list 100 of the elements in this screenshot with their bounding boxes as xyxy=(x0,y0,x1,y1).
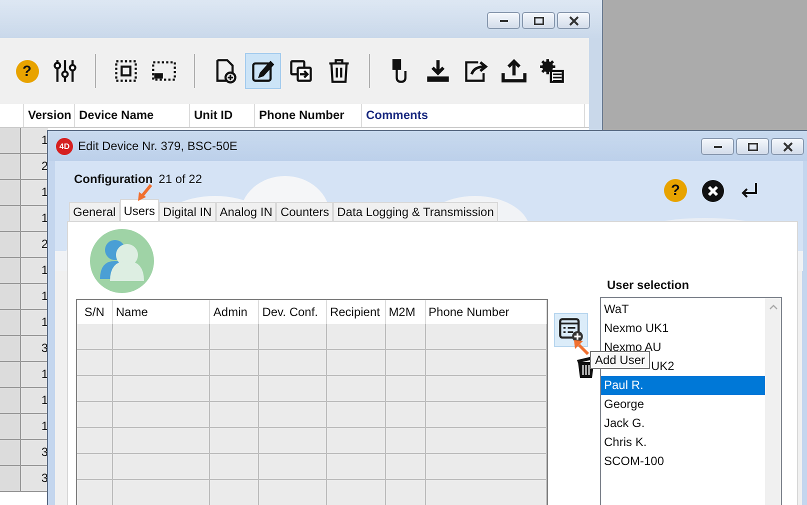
add-user-button[interactable] xyxy=(554,313,588,347)
column-header[interactable]: Comments xyxy=(362,104,585,127)
toolbar-button[interactable]: ? xyxy=(9,53,45,89)
table-cell xyxy=(326,454,386,480)
table-cell xyxy=(210,324,260,350)
table-cell xyxy=(386,324,426,350)
table-cell xyxy=(259,402,327,428)
table-cell xyxy=(77,376,113,402)
table-cell xyxy=(326,324,386,350)
tab[interactable]: Counters xyxy=(276,202,334,221)
close-icon xyxy=(782,142,792,152)
table-cell xyxy=(259,480,327,505)
tab[interactable]: General xyxy=(69,202,120,221)
window-title: Edit Device Nr. 379, BSC-50E xyxy=(78,139,238,153)
column-header[interactable]: Device Name xyxy=(75,104,190,127)
table-cell xyxy=(77,480,113,505)
table-cell: 1 xyxy=(21,414,48,440)
column-header[interactable]: Version xyxy=(24,104,75,127)
list-item[interactable]: SCOM-100 xyxy=(601,452,765,471)
maximize-icon xyxy=(534,16,544,24)
close-icon xyxy=(702,180,724,202)
row-header xyxy=(0,440,21,466)
table-cell xyxy=(77,428,113,454)
tab[interactable]: Data Logging & Transmission xyxy=(333,202,498,221)
tab[interactable]: Users xyxy=(120,199,160,221)
app-logo: 4D xyxy=(56,138,73,154)
row-header xyxy=(0,258,21,284)
list-item[interactable]: Chris K. xyxy=(601,433,765,452)
row-header xyxy=(0,362,21,388)
table-cell: 1 xyxy=(21,258,48,284)
table-cell xyxy=(326,376,386,402)
upload-icon xyxy=(501,58,527,84)
tooltip: Add User xyxy=(590,351,650,369)
table-cell xyxy=(77,402,113,428)
table-cell xyxy=(77,454,113,480)
section-label: Configuration xyxy=(74,172,153,186)
row-header xyxy=(0,206,21,232)
tab[interactable]: Digital IN xyxy=(159,202,216,221)
table-cell xyxy=(210,480,260,505)
table-cell xyxy=(259,350,327,376)
column-header[interactable]: Phone Number xyxy=(255,104,362,127)
duplicate-icon xyxy=(288,58,314,84)
list-item[interactable]: Jack G. xyxy=(601,414,765,433)
table-cell: 1 xyxy=(21,128,48,154)
row-header xyxy=(0,232,21,258)
table-cell xyxy=(259,324,327,350)
row-header xyxy=(0,388,21,414)
row-header xyxy=(0,284,21,310)
list-item[interactable]: WaT xyxy=(601,300,765,319)
scroll-up-icon xyxy=(768,304,778,310)
gear-list-icon xyxy=(539,58,565,84)
toolbar-button[interactable] xyxy=(245,53,281,89)
close-button[interactable] xyxy=(557,12,590,29)
download-icon xyxy=(425,58,451,84)
sliders-icon xyxy=(52,58,78,84)
row-header xyxy=(0,128,21,154)
cancel-button[interactable] xyxy=(701,179,724,202)
table-cell xyxy=(326,480,386,505)
list-item[interactable]: Paul R. xyxy=(601,376,765,395)
edit-icon xyxy=(250,58,276,84)
table-cell xyxy=(210,376,260,402)
minimize-button[interactable] xyxy=(487,12,520,29)
users-icon xyxy=(90,229,154,293)
minimize-button[interactable] xyxy=(701,138,734,155)
close-icon xyxy=(568,16,578,26)
tab[interactable]: Analog IN xyxy=(216,202,276,221)
table-cell: 1 xyxy=(21,310,48,336)
row-header xyxy=(0,414,21,440)
table-cell: 1 xyxy=(21,206,48,232)
add-list-icon xyxy=(558,317,584,343)
table-cell xyxy=(386,480,426,505)
row-header xyxy=(0,336,21,362)
help-icon: ? xyxy=(16,60,38,82)
list-item[interactable]: Nexmo UK1 xyxy=(601,319,765,338)
maximize-button[interactable] xyxy=(522,12,555,29)
minimize-icon xyxy=(500,20,508,22)
table-cell: 1 xyxy=(21,180,48,206)
maximize-button[interactable] xyxy=(736,138,769,155)
table-cell xyxy=(259,428,327,454)
table-cell xyxy=(259,454,327,480)
record-counter: 21 of 22 xyxy=(158,172,202,186)
table-cell xyxy=(326,350,386,376)
row-header xyxy=(0,466,21,492)
pointer-arrow xyxy=(573,339,589,355)
row-header xyxy=(0,180,21,206)
table-cell xyxy=(210,402,260,428)
scrollbar[interactable] xyxy=(765,298,781,505)
minimize-icon xyxy=(714,146,722,148)
table-cell xyxy=(210,350,260,376)
table-cell xyxy=(386,454,426,480)
column-header[interactable]: Unit ID xyxy=(190,104,255,127)
list-title: User selection xyxy=(606,278,690,294)
close-button[interactable] xyxy=(771,138,804,155)
table-cell xyxy=(386,350,426,376)
list-item[interactable]: George xyxy=(601,395,765,414)
return-icon xyxy=(740,180,760,200)
table-cell: 1 xyxy=(21,362,48,388)
row-header xyxy=(0,310,21,336)
row-header xyxy=(0,154,21,180)
table-cell xyxy=(77,324,113,350)
